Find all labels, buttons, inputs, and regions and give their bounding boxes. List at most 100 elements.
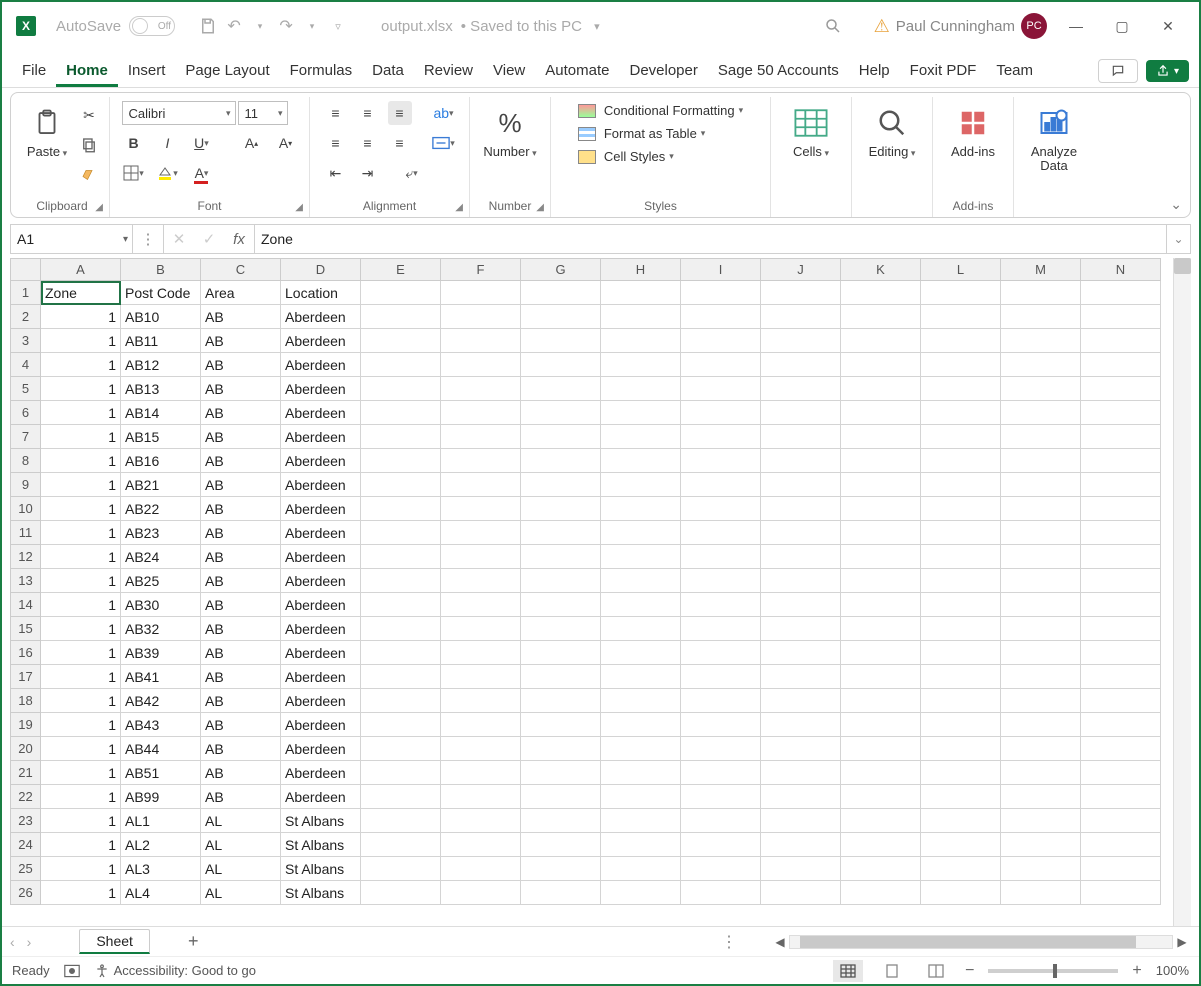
row-header-11[interactable]: 11 xyxy=(11,521,41,545)
tab-file[interactable]: File xyxy=(12,55,56,87)
cell-A1[interactable]: Zone xyxy=(41,281,121,305)
cell-L26[interactable] xyxy=(921,881,1001,905)
tab-home[interactable]: Home xyxy=(56,55,118,87)
col-header-G[interactable]: G xyxy=(521,259,601,281)
cell-C25[interactable]: AL xyxy=(201,857,281,881)
cell-C18[interactable]: AB xyxy=(201,689,281,713)
decrease-indent-icon[interactable]: ⇤ xyxy=(324,161,348,185)
cell-D17[interactable]: Aberdeen xyxy=(281,665,361,689)
cell-I20[interactable] xyxy=(681,737,761,761)
cell-J20[interactable] xyxy=(761,737,841,761)
cell-L15[interactable] xyxy=(921,617,1001,641)
cell-G8[interactable] xyxy=(521,449,601,473)
cell-C23[interactable]: AL xyxy=(201,809,281,833)
cell-I1[interactable] xyxy=(681,281,761,305)
cell-G25[interactable] xyxy=(521,857,601,881)
cell-F24[interactable] xyxy=(441,833,521,857)
cell-B6[interactable]: AB14 xyxy=(121,401,201,425)
undo-icon[interactable]: ↶ xyxy=(223,15,245,37)
view-page-break-icon[interactable] xyxy=(921,960,951,982)
cell-I13[interactable] xyxy=(681,569,761,593)
cell-K25[interactable] xyxy=(841,857,921,881)
cell-J3[interactable] xyxy=(761,329,841,353)
cell-L22[interactable] xyxy=(921,785,1001,809)
cell-A19[interactable]: 1 xyxy=(41,713,121,737)
cell-B24[interactable]: AL2 xyxy=(121,833,201,857)
editing-button[interactable]: Editing xyxy=(860,101,924,159)
cell-J6[interactable] xyxy=(761,401,841,425)
cell-N1[interactable] xyxy=(1081,281,1161,305)
search-icon[interactable] xyxy=(822,15,844,37)
cell-H1[interactable] xyxy=(601,281,681,305)
cell-L14[interactable] xyxy=(921,593,1001,617)
cell-A3[interactable]: 1 xyxy=(41,329,121,353)
row-header-15[interactable]: 15 xyxy=(11,617,41,641)
cell-J21[interactable] xyxy=(761,761,841,785)
cell-G6[interactable] xyxy=(521,401,601,425)
cell-L1[interactable] xyxy=(921,281,1001,305)
cell-E12[interactable] xyxy=(361,545,441,569)
cell-J19[interactable] xyxy=(761,713,841,737)
col-header-L[interactable]: L xyxy=(921,259,1001,281)
increase-indent-icon[interactable]: ⇥ xyxy=(356,161,380,185)
cell-M6[interactable] xyxy=(1001,401,1081,425)
view-normal-icon[interactable] xyxy=(833,960,863,982)
cell-H14[interactable] xyxy=(601,593,681,617)
cell-B3[interactable]: AB11 xyxy=(121,329,201,353)
cell-M5[interactable] xyxy=(1001,377,1081,401)
cell-J7[interactable] xyxy=(761,425,841,449)
cell-J15[interactable] xyxy=(761,617,841,641)
cell-H10[interactable] xyxy=(601,497,681,521)
cell-L9[interactable] xyxy=(921,473,1001,497)
cell-F1[interactable] xyxy=(441,281,521,305)
cell-A8[interactable]: 1 xyxy=(41,449,121,473)
cell-A12[interactable]: 1 xyxy=(41,545,121,569)
cell-D7[interactable]: Aberdeen xyxy=(281,425,361,449)
cell-I2[interactable] xyxy=(681,305,761,329)
addins-button[interactable]: Add-ins xyxy=(941,101,1005,159)
cell-E11[interactable] xyxy=(361,521,441,545)
cell-M13[interactable] xyxy=(1001,569,1081,593)
cell-E25[interactable] xyxy=(361,857,441,881)
cell-L10[interactable] xyxy=(921,497,1001,521)
qat-customize-icon[interactable]: ▿ xyxy=(327,15,349,37)
cell-I10[interactable] xyxy=(681,497,761,521)
cell-H3[interactable] xyxy=(601,329,681,353)
cell-F10[interactable] xyxy=(441,497,521,521)
cell-F26[interactable] xyxy=(441,881,521,905)
col-header-D[interactable]: D xyxy=(281,259,361,281)
cell-E21[interactable] xyxy=(361,761,441,785)
font-name-combo[interactable]: Calibri xyxy=(122,101,236,125)
cell-C21[interactable]: AB xyxy=(201,761,281,785)
cell-L6[interactable] xyxy=(921,401,1001,425)
cell-C7[interactable]: AB xyxy=(201,425,281,449)
cell-M23[interactable] xyxy=(1001,809,1081,833)
cell-C3[interactable]: AB xyxy=(201,329,281,353)
cancel-formula-icon[interactable]: ✕ xyxy=(164,230,194,248)
cell-F22[interactable] xyxy=(441,785,521,809)
cell-B20[interactable]: AB44 xyxy=(121,737,201,761)
cell-J4[interactable] xyxy=(761,353,841,377)
cell-C10[interactable]: AB xyxy=(201,497,281,521)
cell-L2[interactable] xyxy=(921,305,1001,329)
cell-L18[interactable] xyxy=(921,689,1001,713)
cell-N8[interactable] xyxy=(1081,449,1161,473)
cell-G3[interactable] xyxy=(521,329,601,353)
share-button[interactable]: ▾ xyxy=(1146,60,1189,82)
cell-K18[interactable] xyxy=(841,689,921,713)
tab-help[interactable]: Help xyxy=(849,55,900,87)
cell-I4[interactable] xyxy=(681,353,761,377)
col-header-A[interactable]: A xyxy=(41,259,121,281)
cell-M7[interactable] xyxy=(1001,425,1081,449)
cell-G18[interactable] xyxy=(521,689,601,713)
cell-G2[interactable] xyxy=(521,305,601,329)
font-color-button[interactable]: A xyxy=(190,161,214,185)
cell-N11[interactable] xyxy=(1081,521,1161,545)
cell-E14[interactable] xyxy=(361,593,441,617)
bold-button[interactable]: B xyxy=(122,131,146,155)
cell-K21[interactable] xyxy=(841,761,921,785)
cell-E9[interactable] xyxy=(361,473,441,497)
cell-C22[interactable]: AB xyxy=(201,785,281,809)
account-name[interactable]: Paul Cunningham xyxy=(896,18,1015,35)
cell-F9[interactable] xyxy=(441,473,521,497)
